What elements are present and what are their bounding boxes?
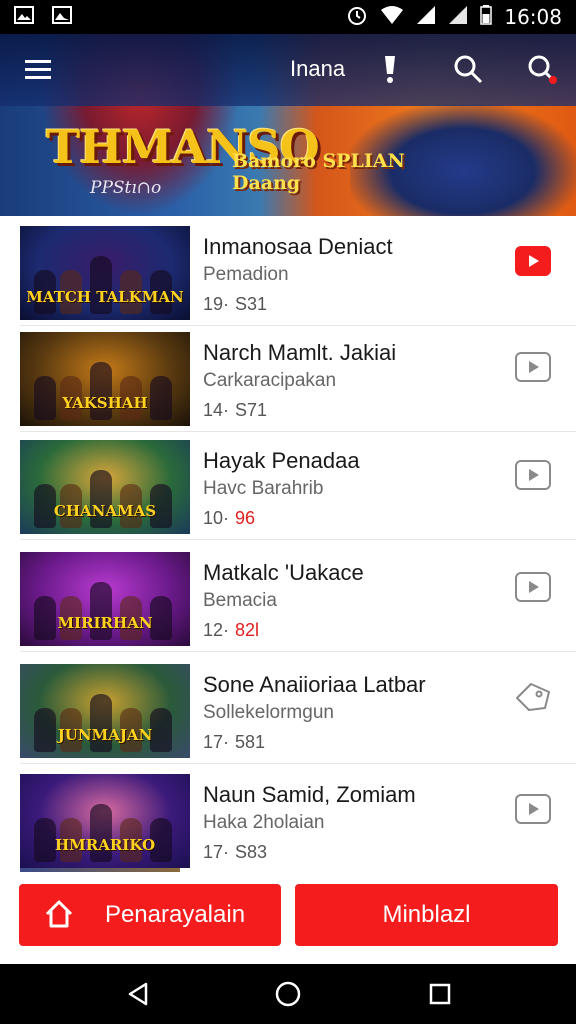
item-title[interactable]: Matkalc 'Uakace — [203, 560, 364, 586]
item-title[interactable]: Inmanosaa Deniact — [203, 234, 393, 260]
image-icon — [14, 5, 34, 29]
item-action-button[interactable] — [514, 246, 552, 276]
video-thumbnail[interactable]: MATCH TALKMAN — [20, 226, 190, 320]
home-nav-icon[interactable] — [274, 980, 302, 1008]
banner-tagline-line1: Bamoro SPLIAN — [232, 150, 405, 172]
thumbnail-title-art: JUNMAJAN — [57, 726, 153, 744]
divider — [20, 539, 576, 540]
banner-tagline-line2: Daang — [232, 172, 301, 194]
video-thumbnail[interactable]: JUNMAJAN — [20, 664, 190, 758]
item-meta-value: S71 — [235, 400, 268, 420]
page-title: Inana — [290, 56, 346, 81]
item-meta-count: 19· — [203, 294, 230, 314]
video-thumbnail[interactable]: CHANAMAS — [20, 440, 190, 534]
primary-action-label: Penarayalain — [104, 901, 246, 928]
item-meta: 12· 82l — [203, 620, 259, 641]
play-icon — [515, 794, 551, 824]
play-icon — [515, 572, 551, 602]
item-subtitle: Havc Barahrib — [203, 478, 324, 499]
list-item[interactable]: CHANAMAS Hayak Penadaa Havc Barahrib 10· 96 — [0, 432, 576, 540]
item-meta-count: 17· — [203, 732, 230, 752]
item-meta-count: 17· — [203, 842, 230, 862]
divider — [20, 651, 576, 652]
system-navigation-bar — [0, 964, 576, 1024]
video-thumbnail[interactable]: HMRARIKO — [20, 774, 190, 868]
item-meta-count: 10· — [203, 508, 230, 528]
exclamation-icon[interactable] — [368, 47, 412, 91]
wifi-icon — [380, 5, 404, 30]
tag-icon — [515, 682, 551, 717]
bottom-action-bar: Penarayalain Minblazl — [0, 872, 576, 964]
banner-tagline: Bamoro SPLIAN Daang — [232, 150, 405, 194]
item-action-button[interactable] — [514, 794, 552, 824]
item-action-button[interactable] — [514, 352, 552, 382]
search-notification-icon[interactable] — [520, 47, 564, 91]
list-item[interactable]: JUNMAJAN Sone Anaiioriaa Latbar Sollekelor… — [0, 656, 576, 764]
item-meta: 17· S83 — [203, 842, 267, 863]
alarm-icon — [346, 4, 368, 31]
list-item[interactable]: HMRARIKO Naun Samid, Zomiam Haka 2holaian 1… — [0, 766, 576, 872]
menu-icon[interactable] — [16, 47, 60, 91]
list-item[interactable]: MIRIRHAN Matkalc 'Uakace Bemacia 12· 82l — [0, 544, 576, 652]
item-meta-value: 581 — [235, 732, 266, 752]
item-meta-value: 82l — [235, 620, 260, 640]
thumbnail-title-art: HMRARIKO — [54, 836, 156, 854]
primary-action-button[interactable]: Penarayalain — [19, 884, 281, 946]
item-title[interactable]: Naun Samid, Zomiam — [203, 782, 416, 808]
divider — [20, 763, 576, 764]
video-list: MATCH TALKMAN Inmanosaa Deniact Pemadion 19… — [0, 216, 576, 872]
item-subtitle: Carkaracipakan — [203, 370, 337, 391]
item-meta-value: S83 — [235, 842, 268, 862]
item-subtitle: Haka 2holaian — [203, 812, 325, 833]
thumbnail-title-art: MIRIRHAN — [57, 614, 153, 632]
item-meta: 10· 96 — [203, 508, 255, 529]
clock: 16:08 — [504, 5, 562, 29]
signal-icon — [448, 5, 468, 30]
item-subtitle: Bemacia — [203, 590, 277, 611]
item-meta-count: 14· — [203, 400, 230, 420]
signal-icon — [416, 5, 436, 30]
play-icon — [515, 352, 551, 382]
item-subtitle: Pemadion — [203, 264, 289, 285]
thumbnail-title-art: CHANAMAS — [53, 502, 157, 520]
item-title[interactable]: Hayak Penadaa — [203, 448, 360, 474]
item-title[interactable]: Narch Mamlt. Jakiai — [203, 340, 396, 366]
item-subtitle: Sollekelormgun — [203, 702, 334, 723]
item-action-button[interactable] — [514, 460, 552, 490]
banner-logo-subtitle: PPStı∩o — [90, 178, 162, 198]
thumbnail-title-art: MATCH TALKMAN — [26, 288, 184, 306]
video-thumbnail[interactable]: MIRIRHAN — [20, 552, 190, 646]
secondary-action-label: Minblazl — [382, 901, 471, 928]
play-icon — [515, 246, 551, 276]
secondary-action-button[interactable]: Minblazl — [295, 884, 558, 946]
item-title[interactable]: Sone Anaiioriaa Latbar — [203, 672, 426, 698]
item-action-button[interactable] — [514, 572, 552, 602]
item-meta: 14· S71 — [203, 400, 267, 421]
battery-icon — [480, 4, 493, 30]
item-meta: 19· S31 — [203, 294, 267, 315]
status-bar: 16:08 — [0, 0, 576, 34]
item-action-button[interactable] — [514, 682, 552, 717]
item-meta: 17· 581 — [203, 732, 265, 753]
thumbnail-title-art: YAKSHAH — [62, 394, 148, 412]
recents-icon[interactable] — [426, 980, 454, 1008]
back-icon[interactable] — [124, 980, 152, 1008]
play-icon — [515, 460, 551, 490]
list-item[interactable]: MATCH TALKMAN Inmanosaa Deniact Pemadion 19… — [0, 218, 576, 326]
home-icon — [43, 898, 75, 937]
video-thumbnail[interactable]: YAKSHAH — [20, 332, 190, 426]
item-meta-count: 12· — [203, 620, 230, 640]
image-icon — [52, 5, 72, 29]
item-meta-value: S31 — [235, 294, 268, 314]
list-item[interactable]: YAKSHAH Narch Mamlt. Jakiai Carkaracipakan… — [0, 324, 576, 432]
item-meta-value: 96 — [235, 508, 256, 528]
search-icon[interactable] — [446, 47, 490, 91]
